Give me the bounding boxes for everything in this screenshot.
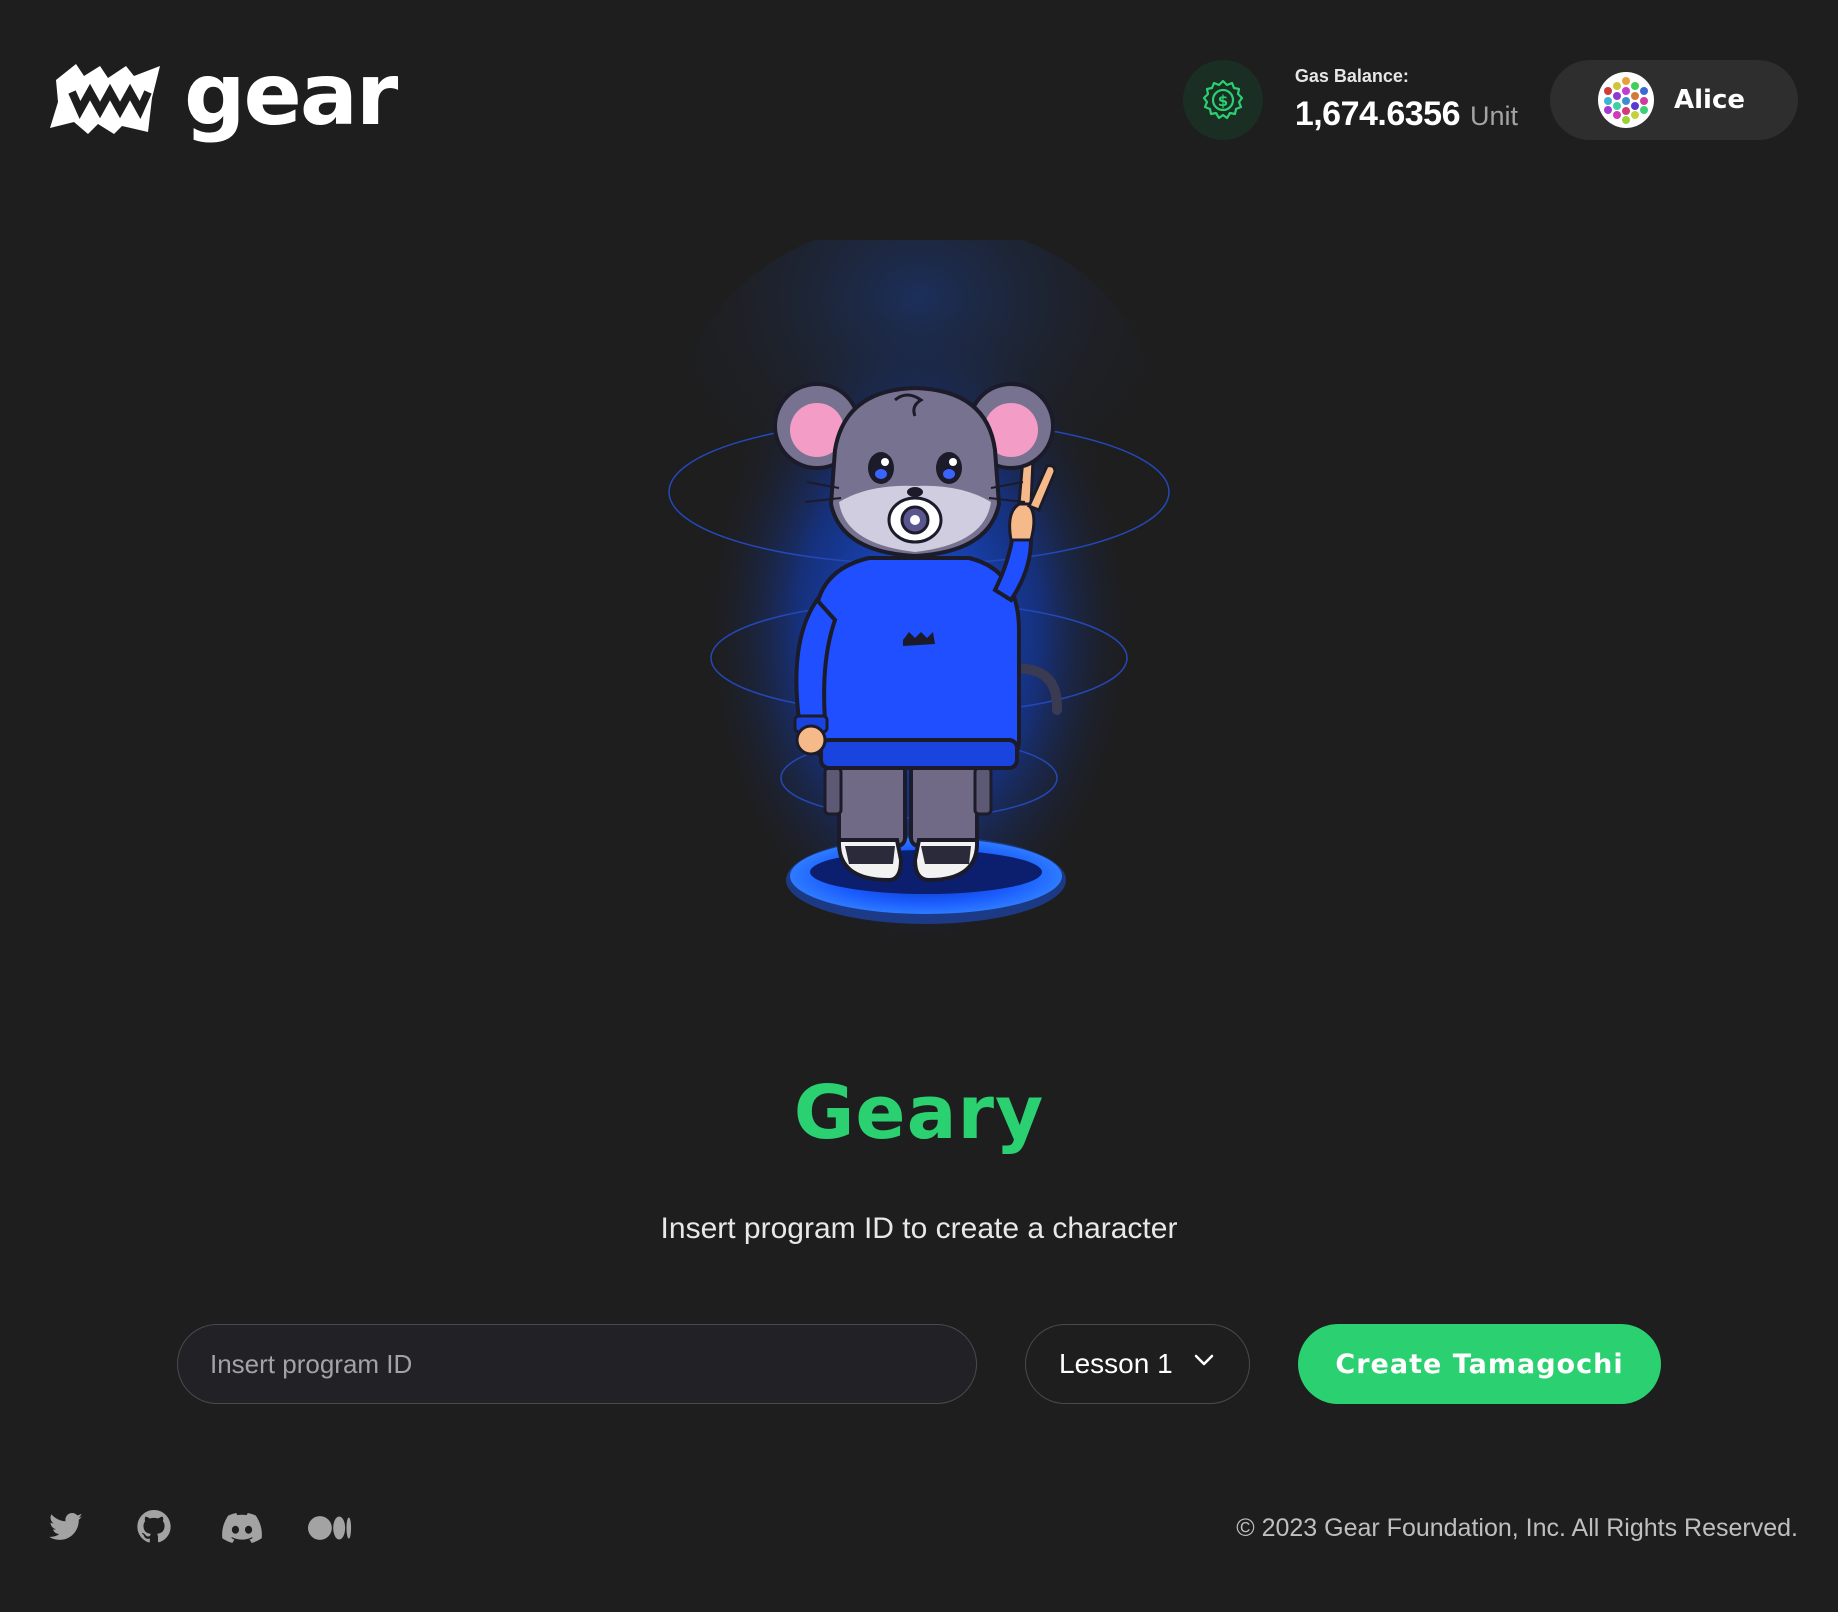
github-link[interactable] bbox=[132, 1508, 176, 1548]
twitter-link[interactable] bbox=[44, 1508, 88, 1548]
account-button[interactable]: Alice bbox=[1550, 60, 1798, 140]
program-id-input[interactable] bbox=[177, 1324, 977, 1404]
medium-icon bbox=[308, 1516, 352, 1540]
gas-balance-unit: Unit bbox=[1469, 101, 1518, 131]
social-links bbox=[44, 1508, 352, 1548]
medium-link[interactable] bbox=[308, 1508, 352, 1548]
github-icon bbox=[137, 1510, 171, 1543]
gas-balance-icon: $ bbox=[1182, 60, 1263, 140]
discord-icon bbox=[222, 1513, 262, 1543]
instruction-text: Insert program ID to create a character bbox=[660, 1212, 1178, 1245]
gas-balance-row: 1,674.6356 Unit bbox=[1295, 95, 1518, 134]
gas-balance-label: Gas Balance: bbox=[1294, 66, 1409, 86]
copyright-text: © 2023 Gear Foundation, Inc. All Rights … bbox=[1236, 1514, 1798, 1542]
lesson-select[interactable]: Lesson 1 bbox=[1025, 1324, 1250, 1404]
character-name: Geary bbox=[793, 1070, 1045, 1156]
logo-text: gear bbox=[184, 45, 398, 145]
gas-balance-value: 1,674.6356 bbox=[1294, 95, 1461, 133]
gear-logo[interactable]: gear bbox=[48, 52, 398, 144]
character-illustration bbox=[0, 240, 1838, 960]
geary-mouse-illustration bbox=[668, 240, 1170, 960]
discord-link[interactable] bbox=[220, 1508, 264, 1548]
twitter-icon bbox=[49, 1513, 83, 1540]
create-tamagochi-button[interactable]: Create Tamagochi bbox=[1298, 1324, 1661, 1404]
account-avatar bbox=[1598, 72, 1654, 128]
gas-balance: Gas Balance: 1,674.6356 Unit bbox=[1295, 66, 1518, 134]
gear-logo-icon bbox=[48, 62, 168, 140]
chevron-down-icon bbox=[1193, 1353, 1215, 1372]
header-account-area: $ Gas Balance: 1,674.6356 Unit Alice bbox=[1182, 60, 1798, 140]
svg-text:$: $ bbox=[1218, 92, 1228, 110]
lesson-select-value: Lesson 1 bbox=[1059, 1348, 1173, 1379]
account-name: Alice bbox=[1674, 85, 1745, 115]
